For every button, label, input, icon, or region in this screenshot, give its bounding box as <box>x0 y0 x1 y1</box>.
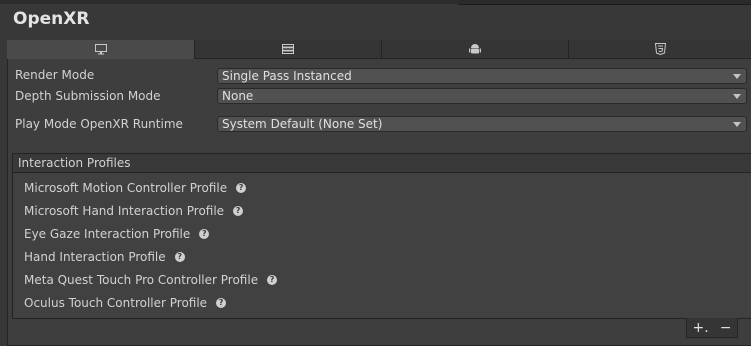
dropdown-arrow-icon <box>733 122 741 127</box>
profile-name: Hand Interaction Profile <box>24 250 166 264</box>
search-field-fragment[interactable] <box>458 0 751 5</box>
server-icon <box>282 44 294 54</box>
profile-name: Eye Gaze Interaction Profile <box>24 227 191 241</box>
section-title: OpenXR <box>13 9 90 29</box>
tab-standalone[interactable] <box>7 40 194 59</box>
android-icon <box>469 43 481 55</box>
top-toolbar-strip <box>0 0 751 5</box>
profile-name: Meta Quest Touch Pro Controller Profile <box>24 273 259 287</box>
list-item[interactable]: Hand Interaction Profile ? <box>24 250 185 264</box>
profile-name: Microsoft Motion Controller Profile <box>24 181 228 195</box>
tab-dedicated-server[interactable] <box>194 40 381 59</box>
render-mode-label: Render Mode <box>15 68 95 82</box>
depth-submission-label: Depth Submission Mode <box>15 89 161 103</box>
help-icon[interactable]: ? <box>236 183 247 193</box>
interaction-profiles-header: Interaction Profiles <box>13 154 751 173</box>
dropdown-arrow-icon <box>733 94 741 99</box>
play-mode-runtime-label: Play Mode OpenXR Runtime <box>15 117 183 131</box>
depth-submission-value: None <box>222 89 254 103</box>
render-mode-dropdown[interactable]: Single Pass Instanced <box>217 68 747 84</box>
dropdown-arrow-icon <box>733 74 741 79</box>
help-icon[interactable]: ? <box>233 206 244 216</box>
help-icon[interactable]: ? <box>267 275 278 285</box>
render-mode-value: Single Pass Instanced <box>222 69 352 83</box>
interaction-profiles-list: Interaction Profiles Microsoft Motion Co… <box>12 153 751 319</box>
help-icon[interactable]: ? <box>199 229 210 239</box>
list-item[interactable]: Oculus Touch Controller Profile ? <box>24 296 227 310</box>
remove-profile-button[interactable]: − <box>720 320 732 336</box>
depth-submission-dropdown[interactable]: None <box>217 88 747 104</box>
list-item[interactable]: Microsoft Motion Controller Profile ? <box>24 181 247 195</box>
tab-webgl[interactable] <box>568 40 751 59</box>
profile-name: Oculus Touch Controller Profile <box>24 296 208 310</box>
list-item[interactable]: Eye Gaze Interaction Profile ? <box>24 227 210 241</box>
html5-icon <box>654 43 666 55</box>
platform-tabs <box>7 40 751 59</box>
help-icon[interactable]: ? <box>174 252 185 262</box>
list-footer-buttons: +. − <box>686 318 738 338</box>
monitor-icon <box>94 44 107 55</box>
profile-name: Microsoft Hand Interaction Profile <box>24 204 225 218</box>
play-mode-runtime-value: System Default (None Set) <box>222 117 383 131</box>
help-icon[interactable]: ? <box>216 298 227 308</box>
list-item[interactable]: Meta Quest Touch Pro Controller Profile … <box>24 273 278 287</box>
list-item[interactable]: Microsoft Hand Interaction Profile ? <box>24 204 244 218</box>
tab-android[interactable] <box>381 40 568 59</box>
add-profile-button[interactable]: +. <box>693 320 709 336</box>
play-mode-runtime-dropdown[interactable]: System Default (None Set) <box>217 116 747 132</box>
